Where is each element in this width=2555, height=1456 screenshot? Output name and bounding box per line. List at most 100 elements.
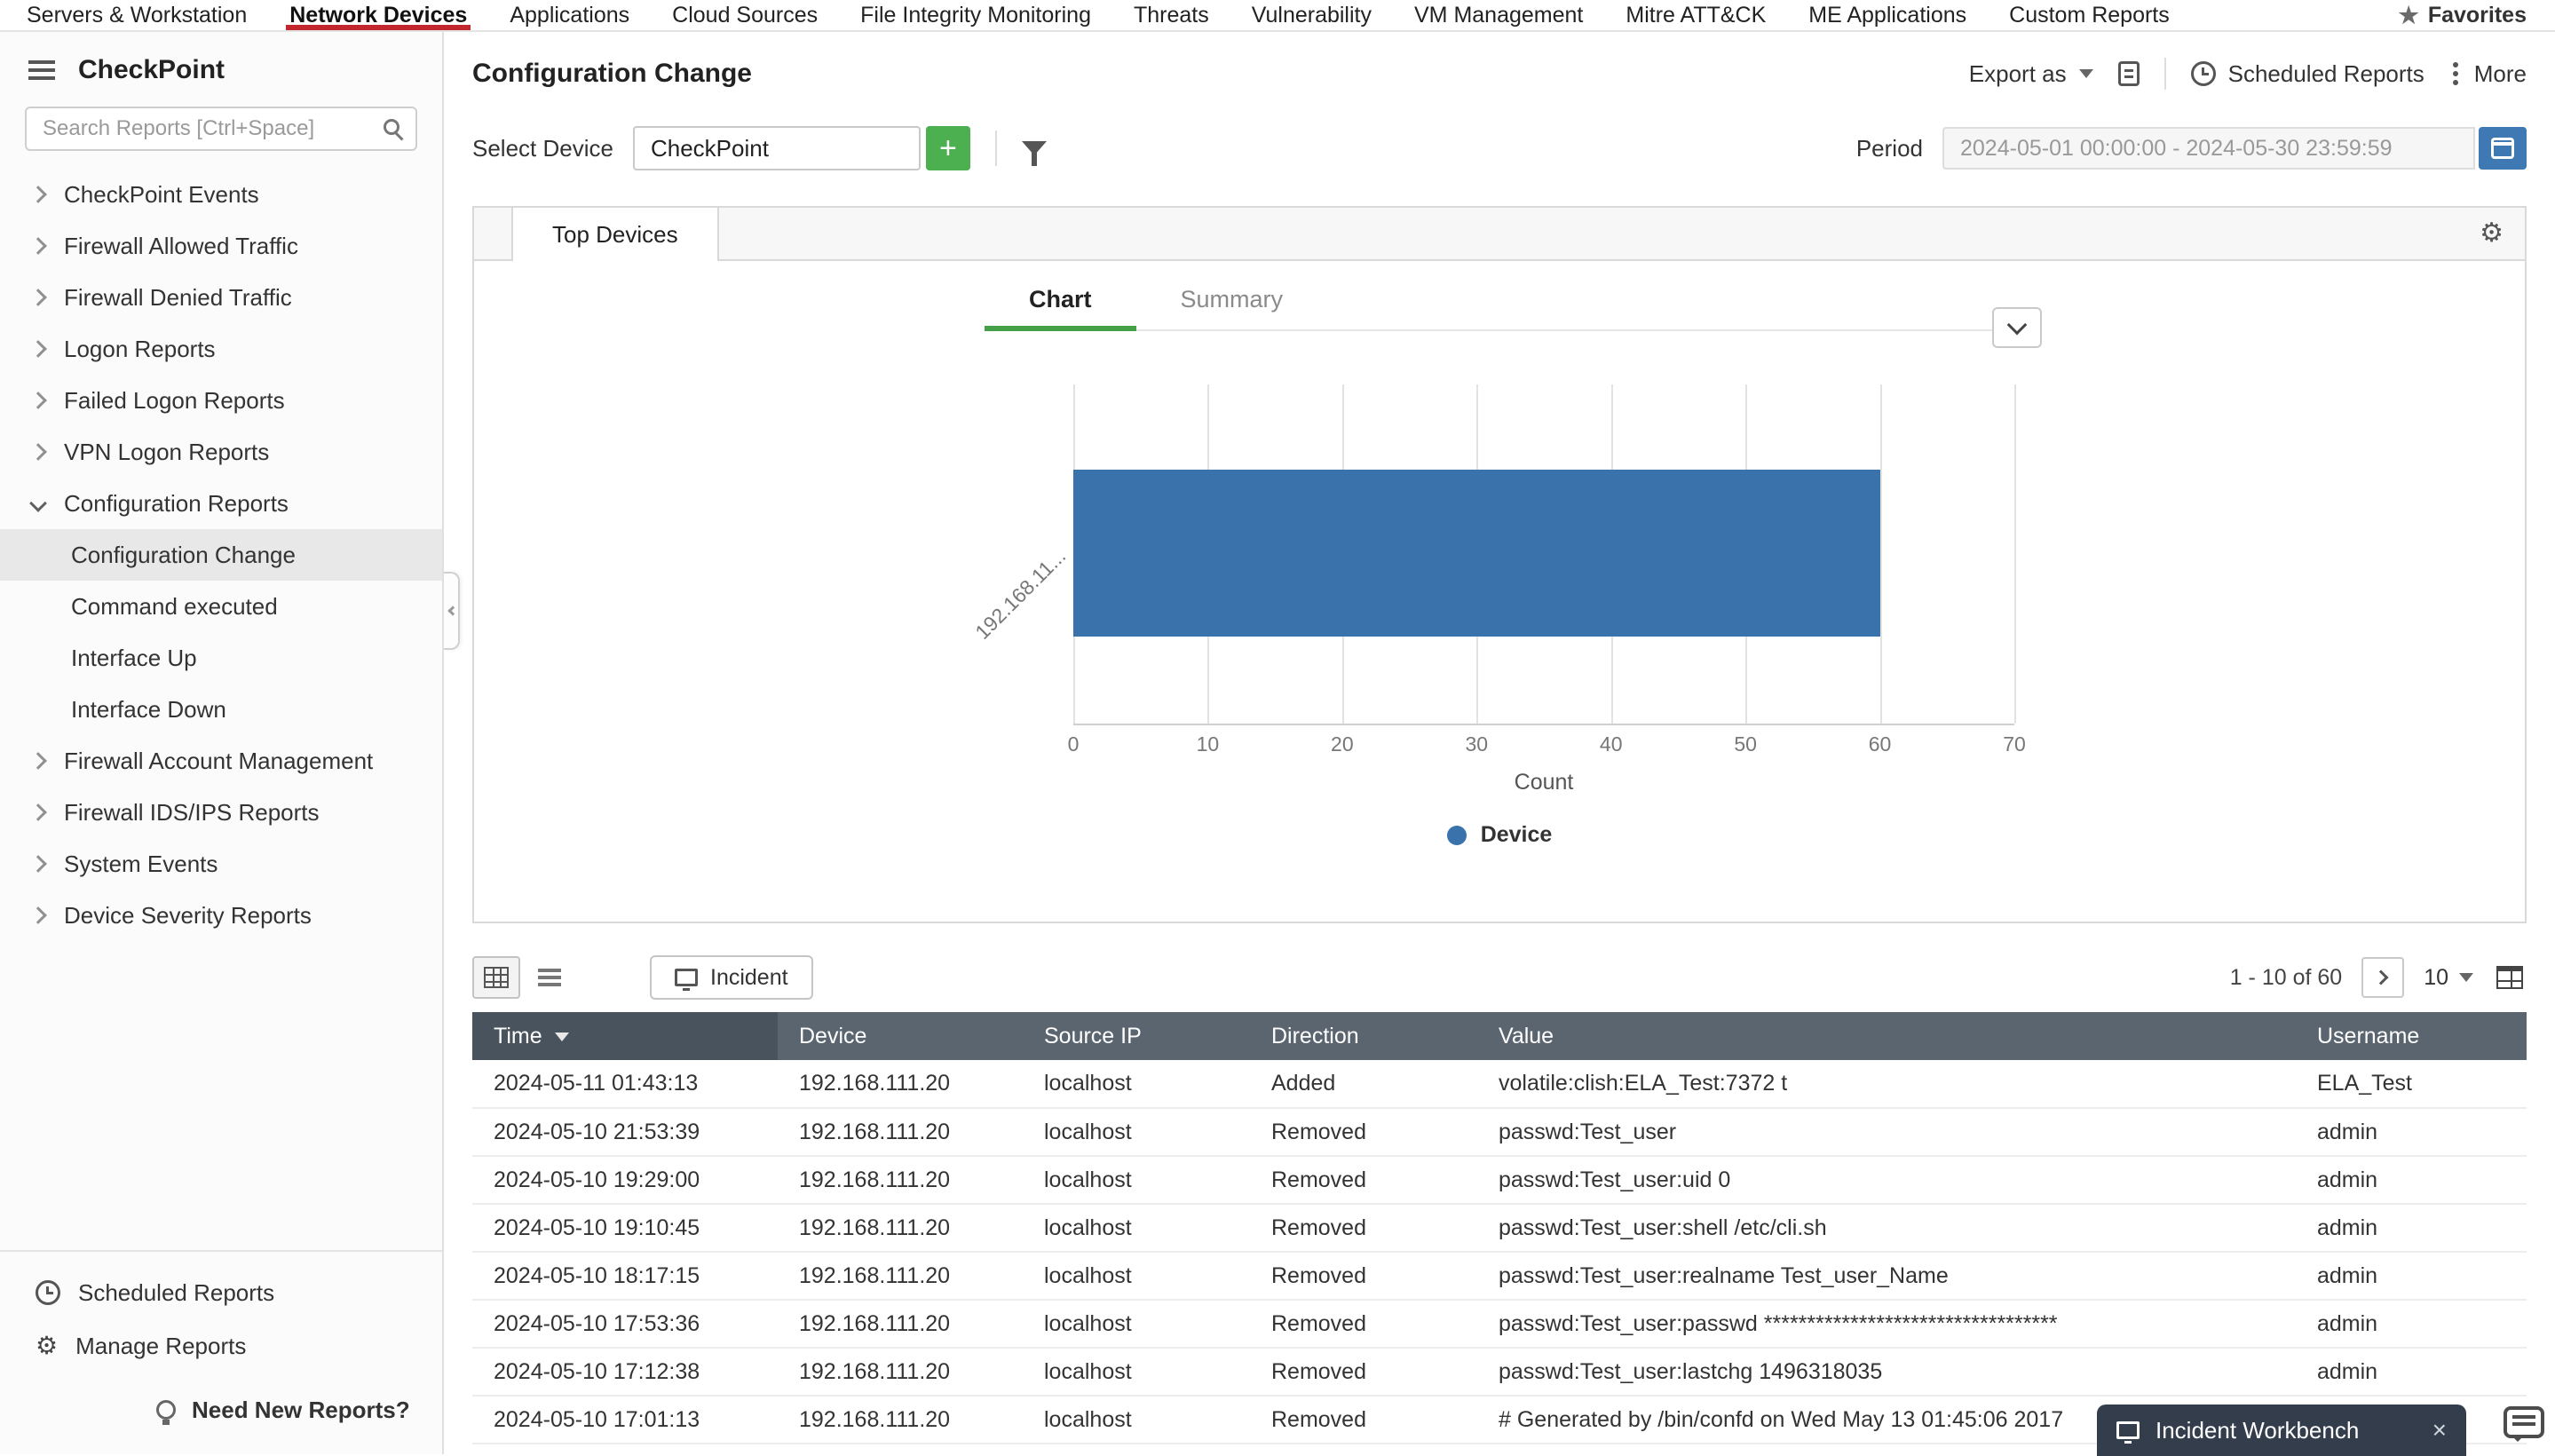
period-input[interactable] bbox=[1942, 127, 2475, 170]
sidebar-item-checkpoint-events[interactable]: CheckPoint Events bbox=[0, 169, 442, 220]
topnav-item-vulnerability[interactable]: Vulnerability bbox=[1252, 0, 1372, 30]
filter-row: Select Device CheckPoint + Period bbox=[472, 124, 2527, 172]
device-select[interactable]: CheckPoint bbox=[633, 126, 921, 170]
table-row[interactable]: 2024-05-11 01:43:13192.168.111.20localho… bbox=[472, 1060, 2527, 1108]
chevron-right-icon bbox=[29, 855, 47, 873]
chevron-right-icon bbox=[29, 340, 47, 358]
sidebar-item-command-executed[interactable]: Command executed bbox=[0, 581, 442, 632]
topnav-item-threats[interactable]: Threats bbox=[1134, 0, 1209, 30]
collapse-chart-button[interactable] bbox=[1992, 307, 2042, 348]
tab-top-devices[interactable]: Top Devices bbox=[511, 208, 719, 261]
column-header-value[interactable]: Value bbox=[1477, 1012, 2296, 1060]
bar-device[interactable] bbox=[1073, 470, 1880, 637]
sidebar-item-logon-reports[interactable]: Logon Reports bbox=[0, 323, 442, 375]
tab-chart[interactable]: Chart bbox=[985, 286, 1136, 331]
column-header-device[interactable]: Device bbox=[778, 1012, 1023, 1060]
sidebar-footer-scheduled-reports[interactable]: Scheduled Reports bbox=[0, 1266, 442, 1319]
x-tick-label: 10 bbox=[1197, 732, 1220, 756]
topnav-item-mitre-att-ck[interactable]: Mitre ATT&CK bbox=[1626, 0, 1766, 30]
column-header-username[interactable]: Username bbox=[2296, 1012, 2527, 1060]
more-button[interactable]: More bbox=[2449, 60, 2527, 88]
list-view-button[interactable] bbox=[526, 956, 573, 999]
scheduled-reports-button[interactable]: Scheduled Reports bbox=[2191, 60, 2424, 88]
tab-summary[interactable]: Summary bbox=[1136, 286, 1328, 331]
chart-view-tabs: Chart Summary bbox=[985, 261, 2014, 331]
incident-workbench-bar[interactable]: Incident Workbench × bbox=[2097, 1405, 2466, 1456]
chevron-right-icon bbox=[29, 186, 47, 203]
table-cell: admin bbox=[2296, 1156, 2527, 1204]
sidebar-item-label: Command executed bbox=[71, 593, 278, 621]
gridline bbox=[1880, 384, 1882, 724]
sidebar-item-configuration-change[interactable]: Configuration Change bbox=[0, 529, 442, 581]
topnav-item-me-applications[interactable]: ME Applications bbox=[1808, 0, 1966, 30]
chart-legend[interactable]: Device bbox=[474, 822, 2525, 848]
search-icon[interactable] bbox=[384, 119, 399, 135]
y-category-label: 192.168.11... bbox=[971, 544, 1072, 645]
report-preview-icon[interactable] bbox=[2118, 61, 2140, 86]
hamburger-menu-icon[interactable] bbox=[28, 60, 55, 80]
topnav-item-network-devices[interactable]: Network Devices bbox=[289, 0, 467, 30]
table-row[interactable]: 2024-05-10 19:10:45192.168.111.20localho… bbox=[472, 1204, 2527, 1252]
grid-view-button[interactable] bbox=[472, 956, 520, 999]
column-header-direction[interactable]: Direction bbox=[1250, 1012, 1477, 1060]
sidebar-item-firewall-account-management[interactable]: Firewall Account Management bbox=[0, 735, 442, 787]
table-row[interactable]: 2024-05-10 18:17:15192.168.111.20localho… bbox=[472, 1252, 2527, 1300]
sidebar-item-firewall-ids-ips-reports[interactable]: Firewall IDS/IPS Reports bbox=[0, 787, 442, 838]
close-icon[interactable]: × bbox=[2432, 1418, 2447, 1443]
filter-icon[interactable] bbox=[1022, 141, 1047, 155]
topnav-item-applications[interactable]: Applications bbox=[510, 0, 629, 30]
sidebar-title: CheckPoint bbox=[78, 55, 225, 85]
events-table: TimeDeviceSource IPDirectionValueUsernam… bbox=[472, 1012, 2527, 1444]
sidebar-item-system-events[interactable]: System Events bbox=[0, 838, 442, 890]
chat-icon[interactable] bbox=[2504, 1406, 2544, 1438]
sidebar-item-label: Logon Reports bbox=[64, 336, 216, 363]
topnav-item-vm-management[interactable]: VM Management bbox=[1414, 0, 1583, 30]
top-navigation: Servers & Workstation Network Devices Appl… bbox=[0, 0, 2555, 32]
gear-icon[interactable]: ⚙ bbox=[2480, 220, 2504, 247]
table-cell: 2024-05-10 18:17:15 bbox=[472, 1252, 778, 1300]
table-cell: admin bbox=[2296, 1108, 2527, 1156]
sidebar-item-vpn-logon-reports[interactable]: VPN Logon Reports bbox=[0, 426, 442, 478]
table-cell: Removed bbox=[1250, 1396, 1477, 1444]
chevron-down-icon bbox=[2007, 315, 2028, 336]
column-header-source-ip[interactable]: Source IP bbox=[1023, 1012, 1250, 1060]
sidebar-footer-manage-reports[interactable]: ⚙Manage Reports bbox=[0, 1319, 442, 1373]
sort-desc-icon bbox=[555, 1033, 569, 1041]
column-header-time[interactable]: Time bbox=[472, 1012, 778, 1060]
sidebar-item-device-severity-reports[interactable]: Device Severity Reports bbox=[0, 890, 442, 941]
sidebar-item-configuration-reports[interactable]: Configuration Reports bbox=[0, 478, 442, 529]
table-row[interactable]: 2024-05-10 17:12:38192.168.111.20localho… bbox=[472, 1348, 2527, 1396]
sidebar-item-firewall-denied-traffic[interactable]: Firewall Denied Traffic bbox=[0, 272, 442, 323]
table-cell: localhost bbox=[1023, 1108, 1250, 1156]
sidebar-item-failed-logon-reports[interactable]: Failed Logon Reports bbox=[0, 375, 442, 426]
column-settings-button[interactable] bbox=[2493, 962, 2527, 993]
table-cell: Removed bbox=[1250, 1204, 1477, 1252]
table-row[interactable]: 2024-05-10 19:29:00192.168.111.20localho… bbox=[472, 1156, 2527, 1204]
x-tick-label: 40 bbox=[1600, 732, 1623, 756]
table-row[interactable]: 2024-05-10 21:53:39192.168.111.20localho… bbox=[472, 1108, 2527, 1156]
select-device-label: Select Device bbox=[472, 135, 613, 162]
table-row[interactable]: 2024-05-10 17:53:36192.168.111.20localho… bbox=[472, 1300, 2527, 1348]
main-header: Configuration Change Export as Scheduled… bbox=[472, 32, 2527, 115]
favorites-label: Favorites bbox=[2428, 3, 2527, 28]
topnav-item-cloud-sources[interactable]: Cloud Sources bbox=[672, 0, 818, 30]
sidebar-item-firewall-allowed-traffic[interactable]: Firewall Allowed Traffic bbox=[0, 220, 442, 272]
sidebar-item-interface-down[interactable]: Interface Down bbox=[0, 684, 442, 735]
table-cell: passwd:Test_user bbox=[1477, 1108, 2296, 1156]
topnav-item-file-integrity-monitoring[interactable]: File Integrity Monitoring bbox=[860, 0, 1091, 30]
add-device-button[interactable]: + bbox=[926, 126, 970, 170]
sidebar-collapse-handle[interactable] bbox=[444, 572, 460, 650]
sidebar-footer-need-new-reports[interactable]: Need New Reports? bbox=[0, 1383, 442, 1436]
search-input[interactable] bbox=[25, 107, 417, 151]
page-size-select[interactable]: 10 bbox=[2424, 965, 2473, 991]
sidebar-item-interface-up[interactable]: Interface Up bbox=[0, 632, 442, 684]
topnav-item-servers-workstation[interactable]: Servers & Workstation bbox=[27, 0, 247, 30]
export-as-button[interactable]: Export as bbox=[1969, 60, 2093, 88]
incident-button[interactable]: Incident bbox=[650, 955, 813, 1000]
next-page-button[interactable] bbox=[2361, 957, 2404, 998]
divider bbox=[2164, 58, 2166, 90]
topnav-item-custom-reports[interactable]: Custom Reports bbox=[2009, 0, 2170, 30]
favorites-button[interactable]: ★ Favorites bbox=[2399, 0, 2555, 30]
bulb-icon bbox=[156, 1400, 176, 1420]
calendar-button[interactable] bbox=[2479, 127, 2527, 170]
